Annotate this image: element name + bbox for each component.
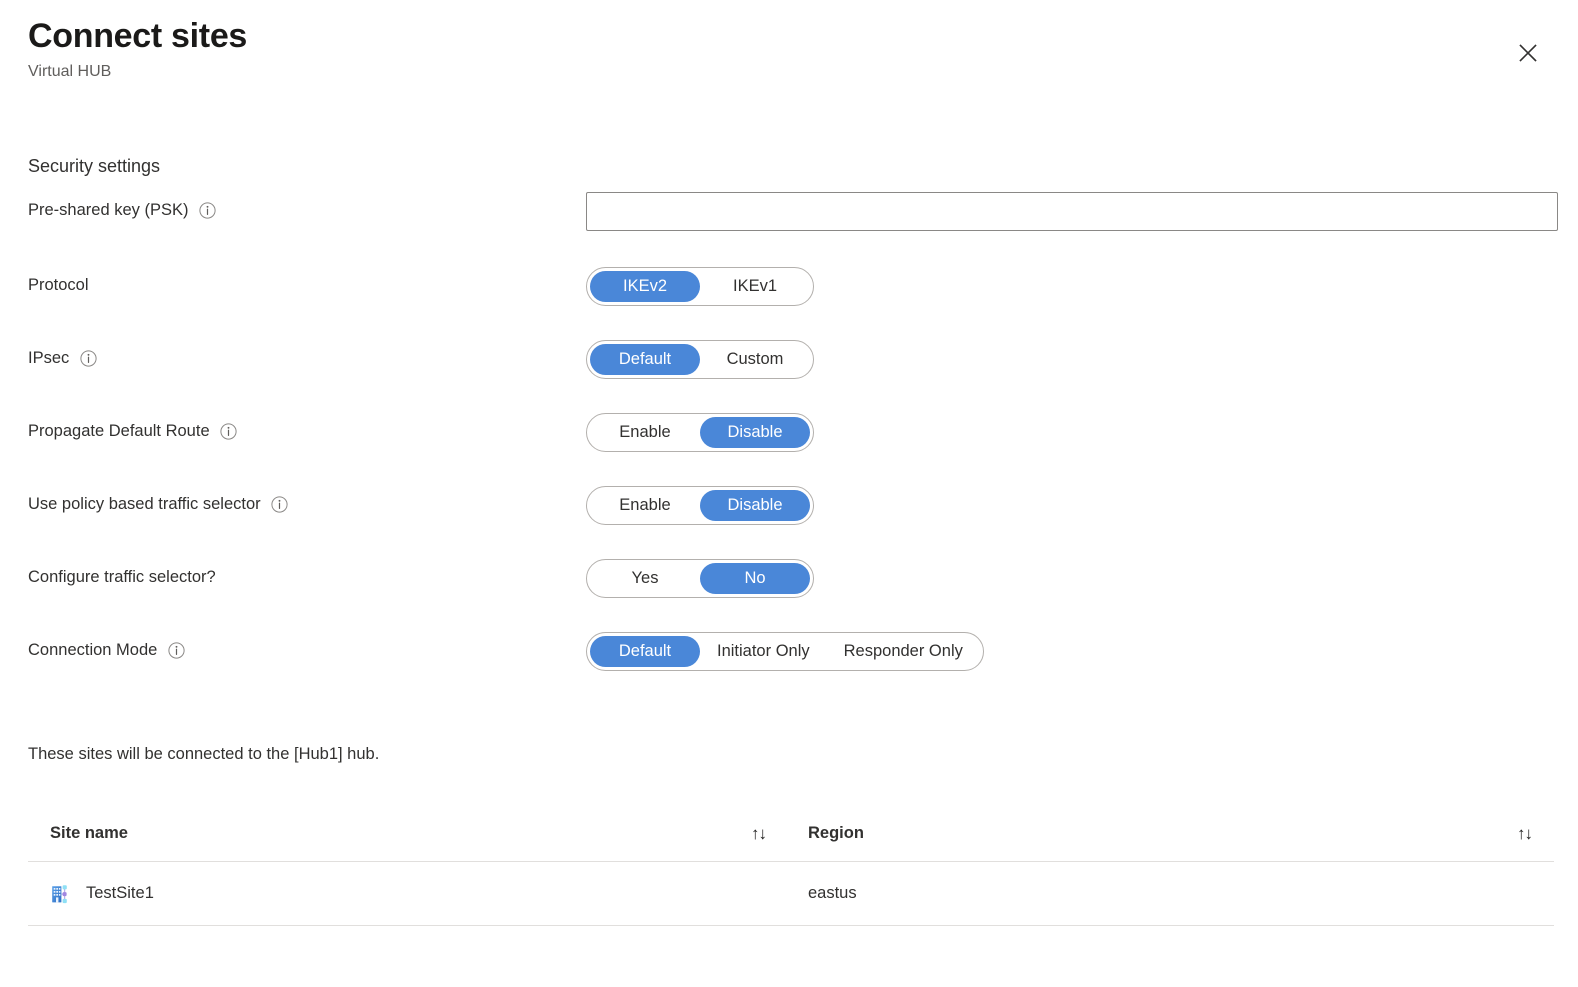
connection-mode-option-responder-only[interactable]: Responder Only bbox=[827, 636, 980, 667]
propagate-default-route-option-enable[interactable]: Enable bbox=[590, 417, 700, 448]
form-row-configure-traffic-selector: Configure traffic selector? Yes No bbox=[28, 559, 1558, 609]
table-header-row: Site name ↑↓ Region ↑↓ bbox=[28, 806, 1554, 862]
control-policy-based-traffic-selector: Enable Disable bbox=[586, 486, 1558, 525]
page-subtitle: Virtual HUB bbox=[28, 63, 112, 80]
control-ipsec: Default Custom bbox=[586, 340, 1558, 379]
info-icon-propagate-default-route[interactable] bbox=[220, 422, 238, 440]
cell-site-name: TestSite1 bbox=[28, 882, 788, 906]
sort-arrows-icon-site-name[interactable]: ↑↓ bbox=[751, 825, 767, 842]
policy-based-traffic-selector-option-disable[interactable]: Disable bbox=[700, 490, 810, 521]
page-title: Connect sites bbox=[28, 17, 248, 55]
control-connection-mode: Default Initiator Only Responder Only bbox=[586, 632, 1558, 671]
site-name-text: TestSite1 bbox=[86, 884, 154, 902]
cell-region: eastus bbox=[788, 884, 1554, 903]
configure-traffic-selector-toggle[interactable]: Yes No bbox=[586, 559, 814, 598]
label-configure-traffic-selector-text: Configure traffic selector? bbox=[28, 568, 216, 586]
form-row-ipsec: IPsec Default Custom bbox=[28, 340, 1558, 390]
info-icon-ipsec[interactable] bbox=[79, 349, 97, 367]
sort-arrows-icon-region[interactable]: ↑↓ bbox=[1517, 825, 1533, 842]
connection-mode-option-default[interactable]: Default bbox=[590, 636, 700, 667]
label-psk: Pre-shared key (PSK) bbox=[28, 192, 586, 221]
section-heading-security-settings: Security settings bbox=[28, 156, 161, 176]
connection-mode-toggle[interactable]: Default Initiator Only Responder Only bbox=[586, 632, 984, 671]
psk-input[interactable] bbox=[586, 192, 1558, 231]
policy-based-traffic-selector-toggle[interactable]: Enable Disable bbox=[586, 486, 814, 525]
blade-header: Connect sites Virtual HUB bbox=[28, 14, 1550, 84]
ipsec-option-default[interactable]: Default bbox=[590, 344, 700, 375]
site-building-network-icon bbox=[50, 882, 74, 906]
protocol-option-ikev2[interactable]: IKEv2 bbox=[590, 271, 700, 302]
label-protocol: Protocol bbox=[28, 267, 586, 296]
form-row-propagate-default-route: Propagate Default Route Enable Disable bbox=[28, 413, 1558, 463]
configure-traffic-selector-option-yes[interactable]: Yes bbox=[590, 563, 700, 594]
label-protocol-text: Protocol bbox=[28, 276, 89, 294]
region-text: eastus bbox=[808, 884, 857, 902]
connection-mode-option-initiator-only[interactable]: Initiator Only bbox=[700, 636, 827, 667]
form-row-connection-mode: Connection Mode Default Initiator Only R… bbox=[28, 632, 1558, 682]
control-protocol: IKEv2 IKEv1 bbox=[586, 267, 1558, 306]
control-psk bbox=[586, 192, 1558, 231]
column-header-region[interactable]: Region ↑↓ bbox=[788, 824, 1554, 843]
label-ipsec-text: IPsec bbox=[28, 349, 70, 367]
close-button[interactable] bbox=[1506, 32, 1550, 76]
security-settings-form: Security settings Pre-shared key (PSK) P… bbox=[28, 152, 1558, 705]
connect-sites-blade: Connect sites Virtual HUB Security setti… bbox=[0, 0, 1578, 987]
info-icon-connection-mode[interactable] bbox=[167, 641, 185, 659]
control-propagate-default-route: Enable Disable bbox=[586, 413, 1558, 452]
hub-connection-note: These sites will be connected to the [Hu… bbox=[28, 745, 380, 763]
table-row[interactable]: TestSite1 eastus bbox=[28, 862, 1554, 926]
sites-table: Site name ↑↓ Region ↑↓ TestSite1 eastus bbox=[28, 806, 1554, 926]
configure-traffic-selector-option-no[interactable]: No bbox=[700, 563, 810, 594]
form-row-protocol: Protocol IKEv2 IKEv1 bbox=[28, 267, 1558, 317]
label-propagate-default-route-text: Propagate Default Route bbox=[28, 422, 210, 440]
label-configure-traffic-selector: Configure traffic selector? bbox=[28, 559, 586, 588]
protocol-toggle[interactable]: IKEv2 IKEv1 bbox=[586, 267, 814, 306]
form-row-policy-based-traffic-selector: Use policy based traffic selector Enable… bbox=[28, 486, 1558, 536]
info-icon-psk[interactable] bbox=[198, 201, 216, 219]
ipsec-option-custom[interactable]: Custom bbox=[700, 344, 810, 375]
label-connection-mode-text: Connection Mode bbox=[28, 641, 158, 659]
info-icon-policy-based-traffic-selector[interactable] bbox=[271, 495, 289, 513]
ipsec-toggle[interactable]: Default Custom bbox=[586, 340, 814, 379]
label-policy-based-traffic-selector: Use policy based traffic selector bbox=[28, 486, 586, 515]
policy-based-traffic-selector-option-enable[interactable]: Enable bbox=[590, 490, 700, 521]
control-configure-traffic-selector: Yes No bbox=[586, 559, 1558, 598]
propagate-default-route-toggle[interactable]: Enable Disable bbox=[586, 413, 814, 452]
label-ipsec: IPsec bbox=[28, 340, 586, 369]
protocol-option-ikev1[interactable]: IKEv1 bbox=[700, 271, 810, 302]
column-header-site-name-label: Site name bbox=[50, 824, 128, 842]
label-connection-mode: Connection Mode bbox=[28, 632, 586, 661]
close-icon bbox=[1518, 43, 1538, 66]
column-header-site-name[interactable]: Site name ↑↓ bbox=[28, 824, 788, 843]
label-psk-text: Pre-shared key (PSK) bbox=[28, 201, 189, 219]
column-header-region-label: Region bbox=[808, 824, 864, 842]
form-row-psk: Pre-shared key (PSK) bbox=[28, 192, 1558, 242]
label-policy-based-traffic-selector-text: Use policy based traffic selector bbox=[28, 495, 261, 513]
label-propagate-default-route: Propagate Default Route bbox=[28, 413, 586, 442]
propagate-default-route-option-disable[interactable]: Disable bbox=[700, 417, 810, 448]
